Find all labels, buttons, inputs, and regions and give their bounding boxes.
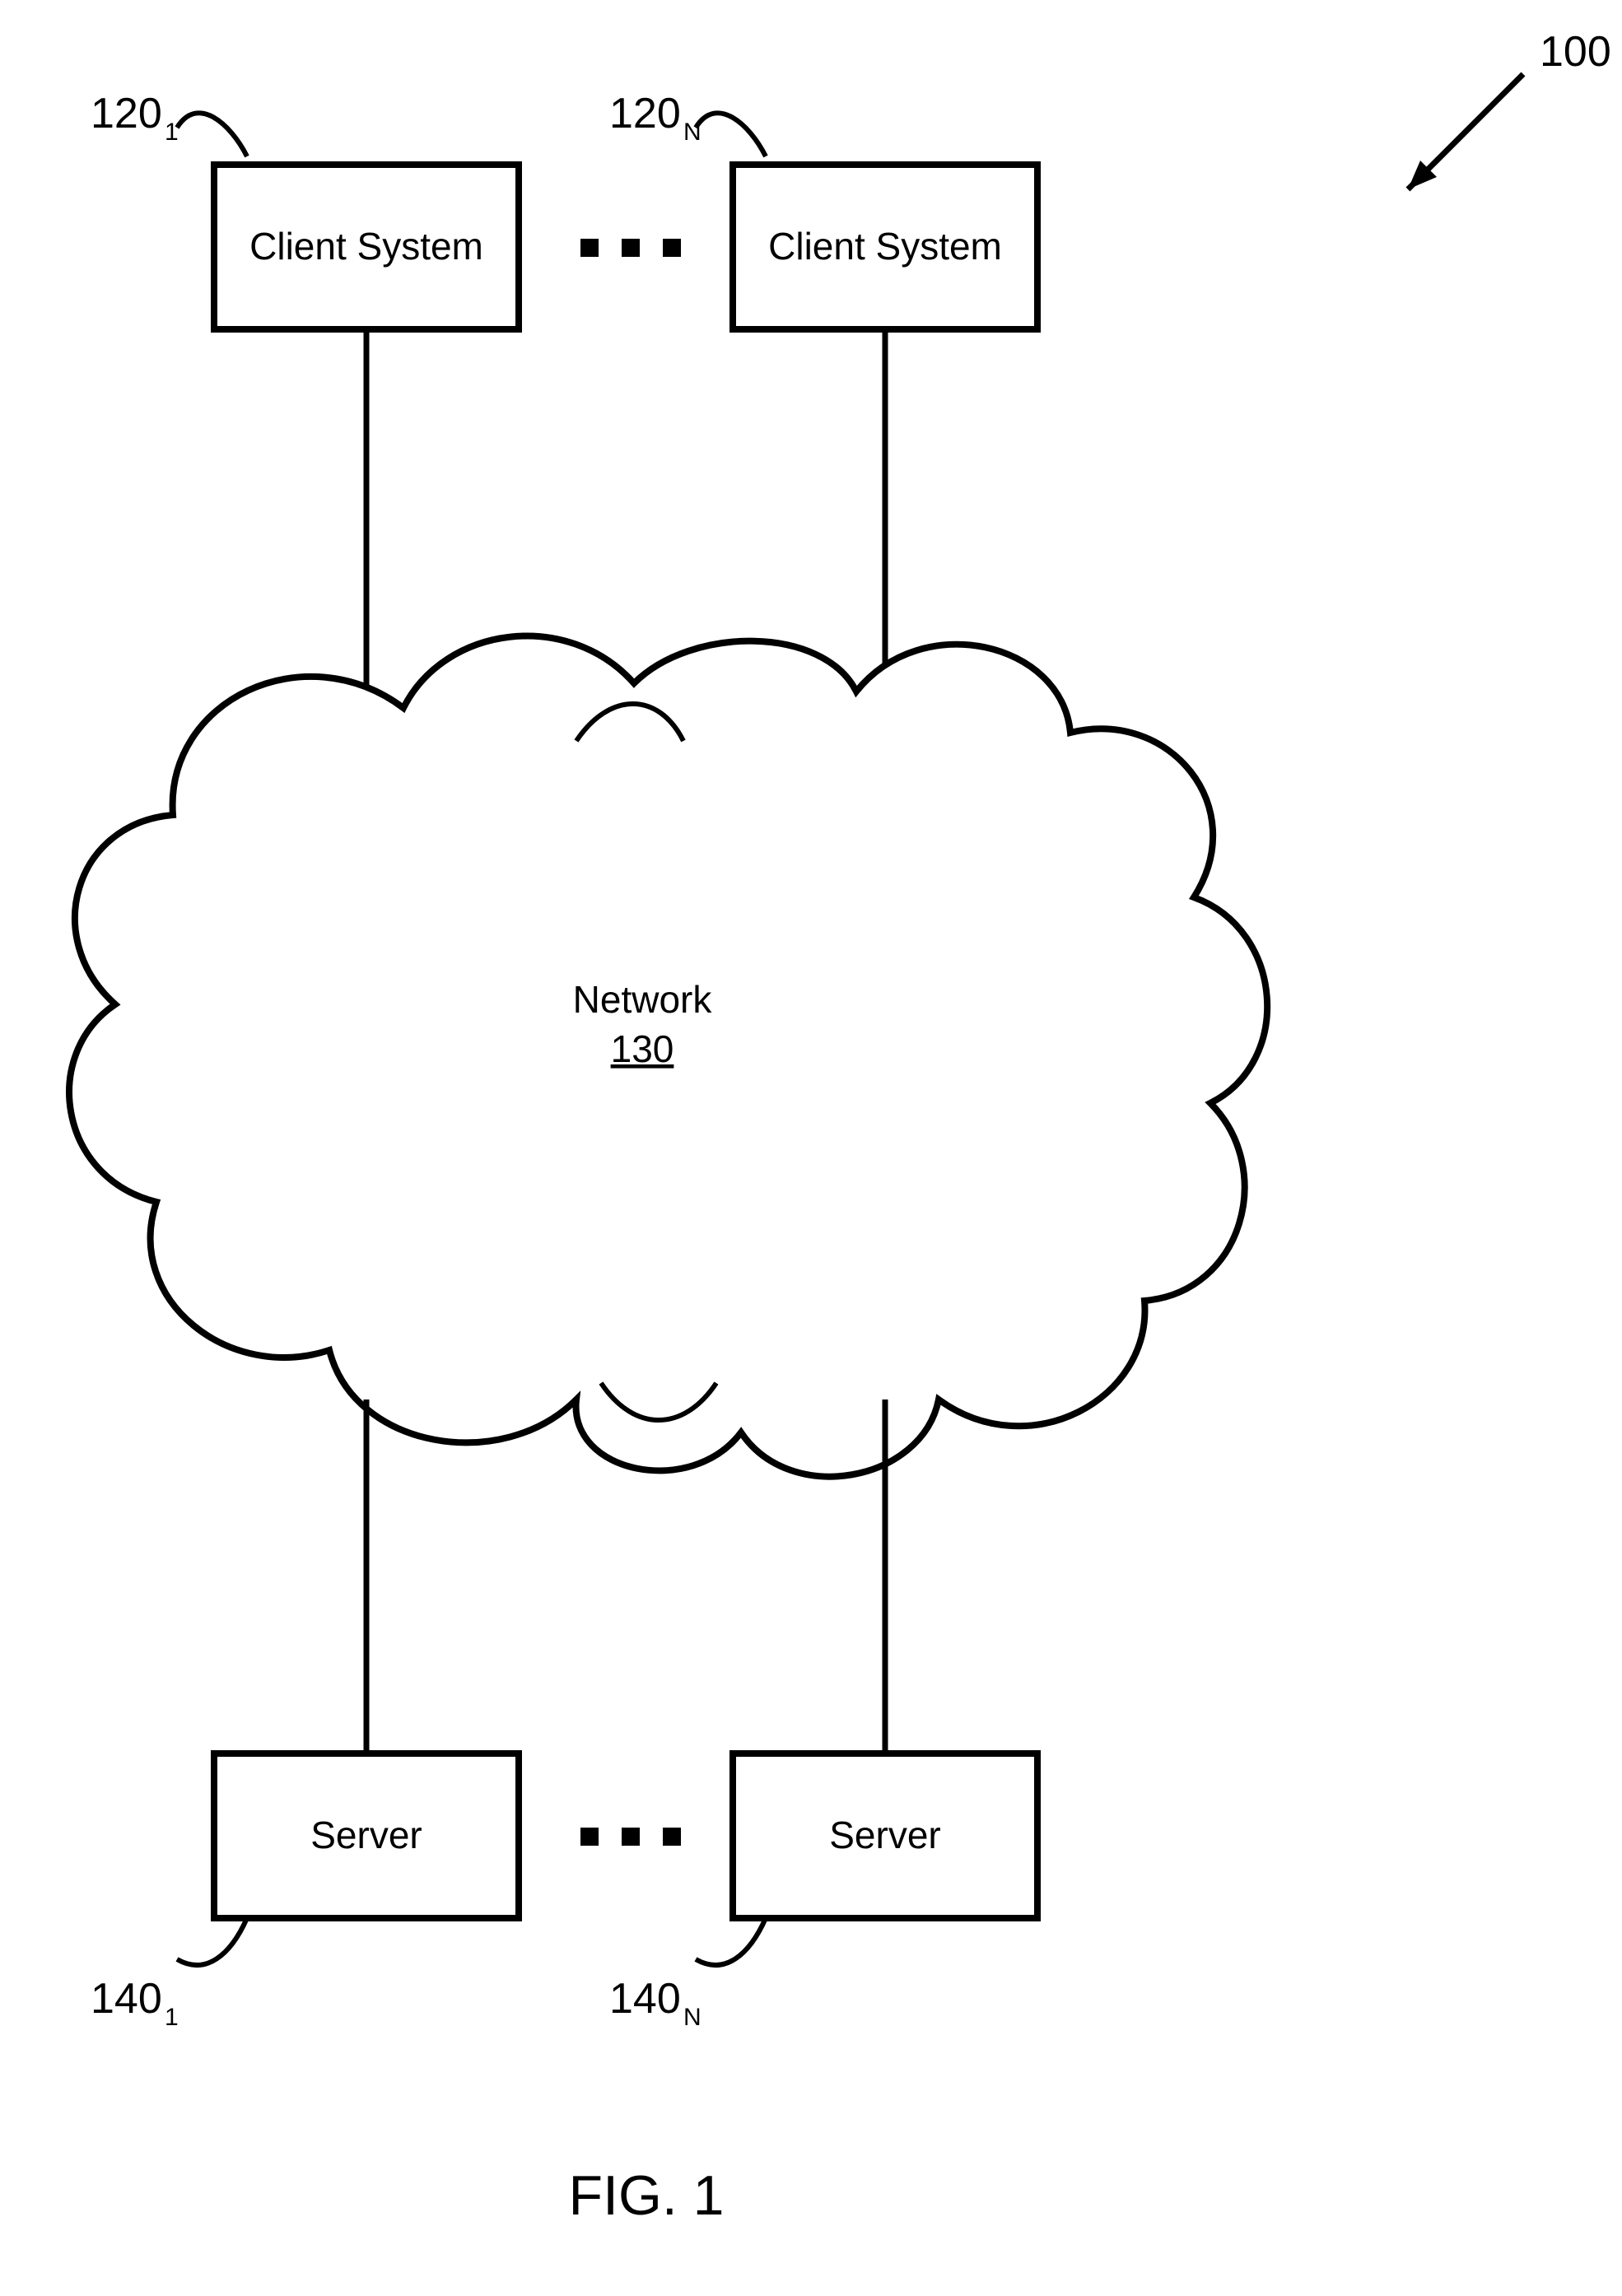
figure-caption: FIG. 1 [569,2164,725,2227]
ellipsis-servers [580,1828,681,1846]
server-label-n: Server [829,1814,940,1856]
network-ref: 130 [611,1027,674,1070]
server-ref-1-sub: 1 [165,2004,179,2031]
network-label: Network [573,978,713,1021]
client-ref-n-sub: N [683,119,701,146]
server-ref-n-sub: N [683,2004,701,2031]
client-label-n: Client System [768,225,1002,268]
client-label-1: Client System [249,225,483,268]
figure-svg: 100 Client System 120 1 Client System 12… [0,0,1622,2296]
client-ref-n-base: 120 [609,90,681,137]
figure-ref: 100 [1540,28,1611,76]
ellipsis-clients [580,239,681,257]
client-box-1: Client System [214,165,519,329]
server-ref-1-base: 140 [91,1975,162,2023]
client-ref-1-base: 120 [91,90,162,137]
server-ref-n-base: 140 [609,1975,681,2023]
server-box-n: Server [733,1753,1037,1918]
client-box-n: Client System [733,165,1037,329]
network-cloud: Network 130 [69,636,1267,1477]
server-box-1: Server [214,1753,519,1918]
client-ref-1-sub: 1 [165,119,179,146]
figure-ref-arrow: 100 [1408,28,1611,189]
server-label-1: Server [310,1814,422,1856]
